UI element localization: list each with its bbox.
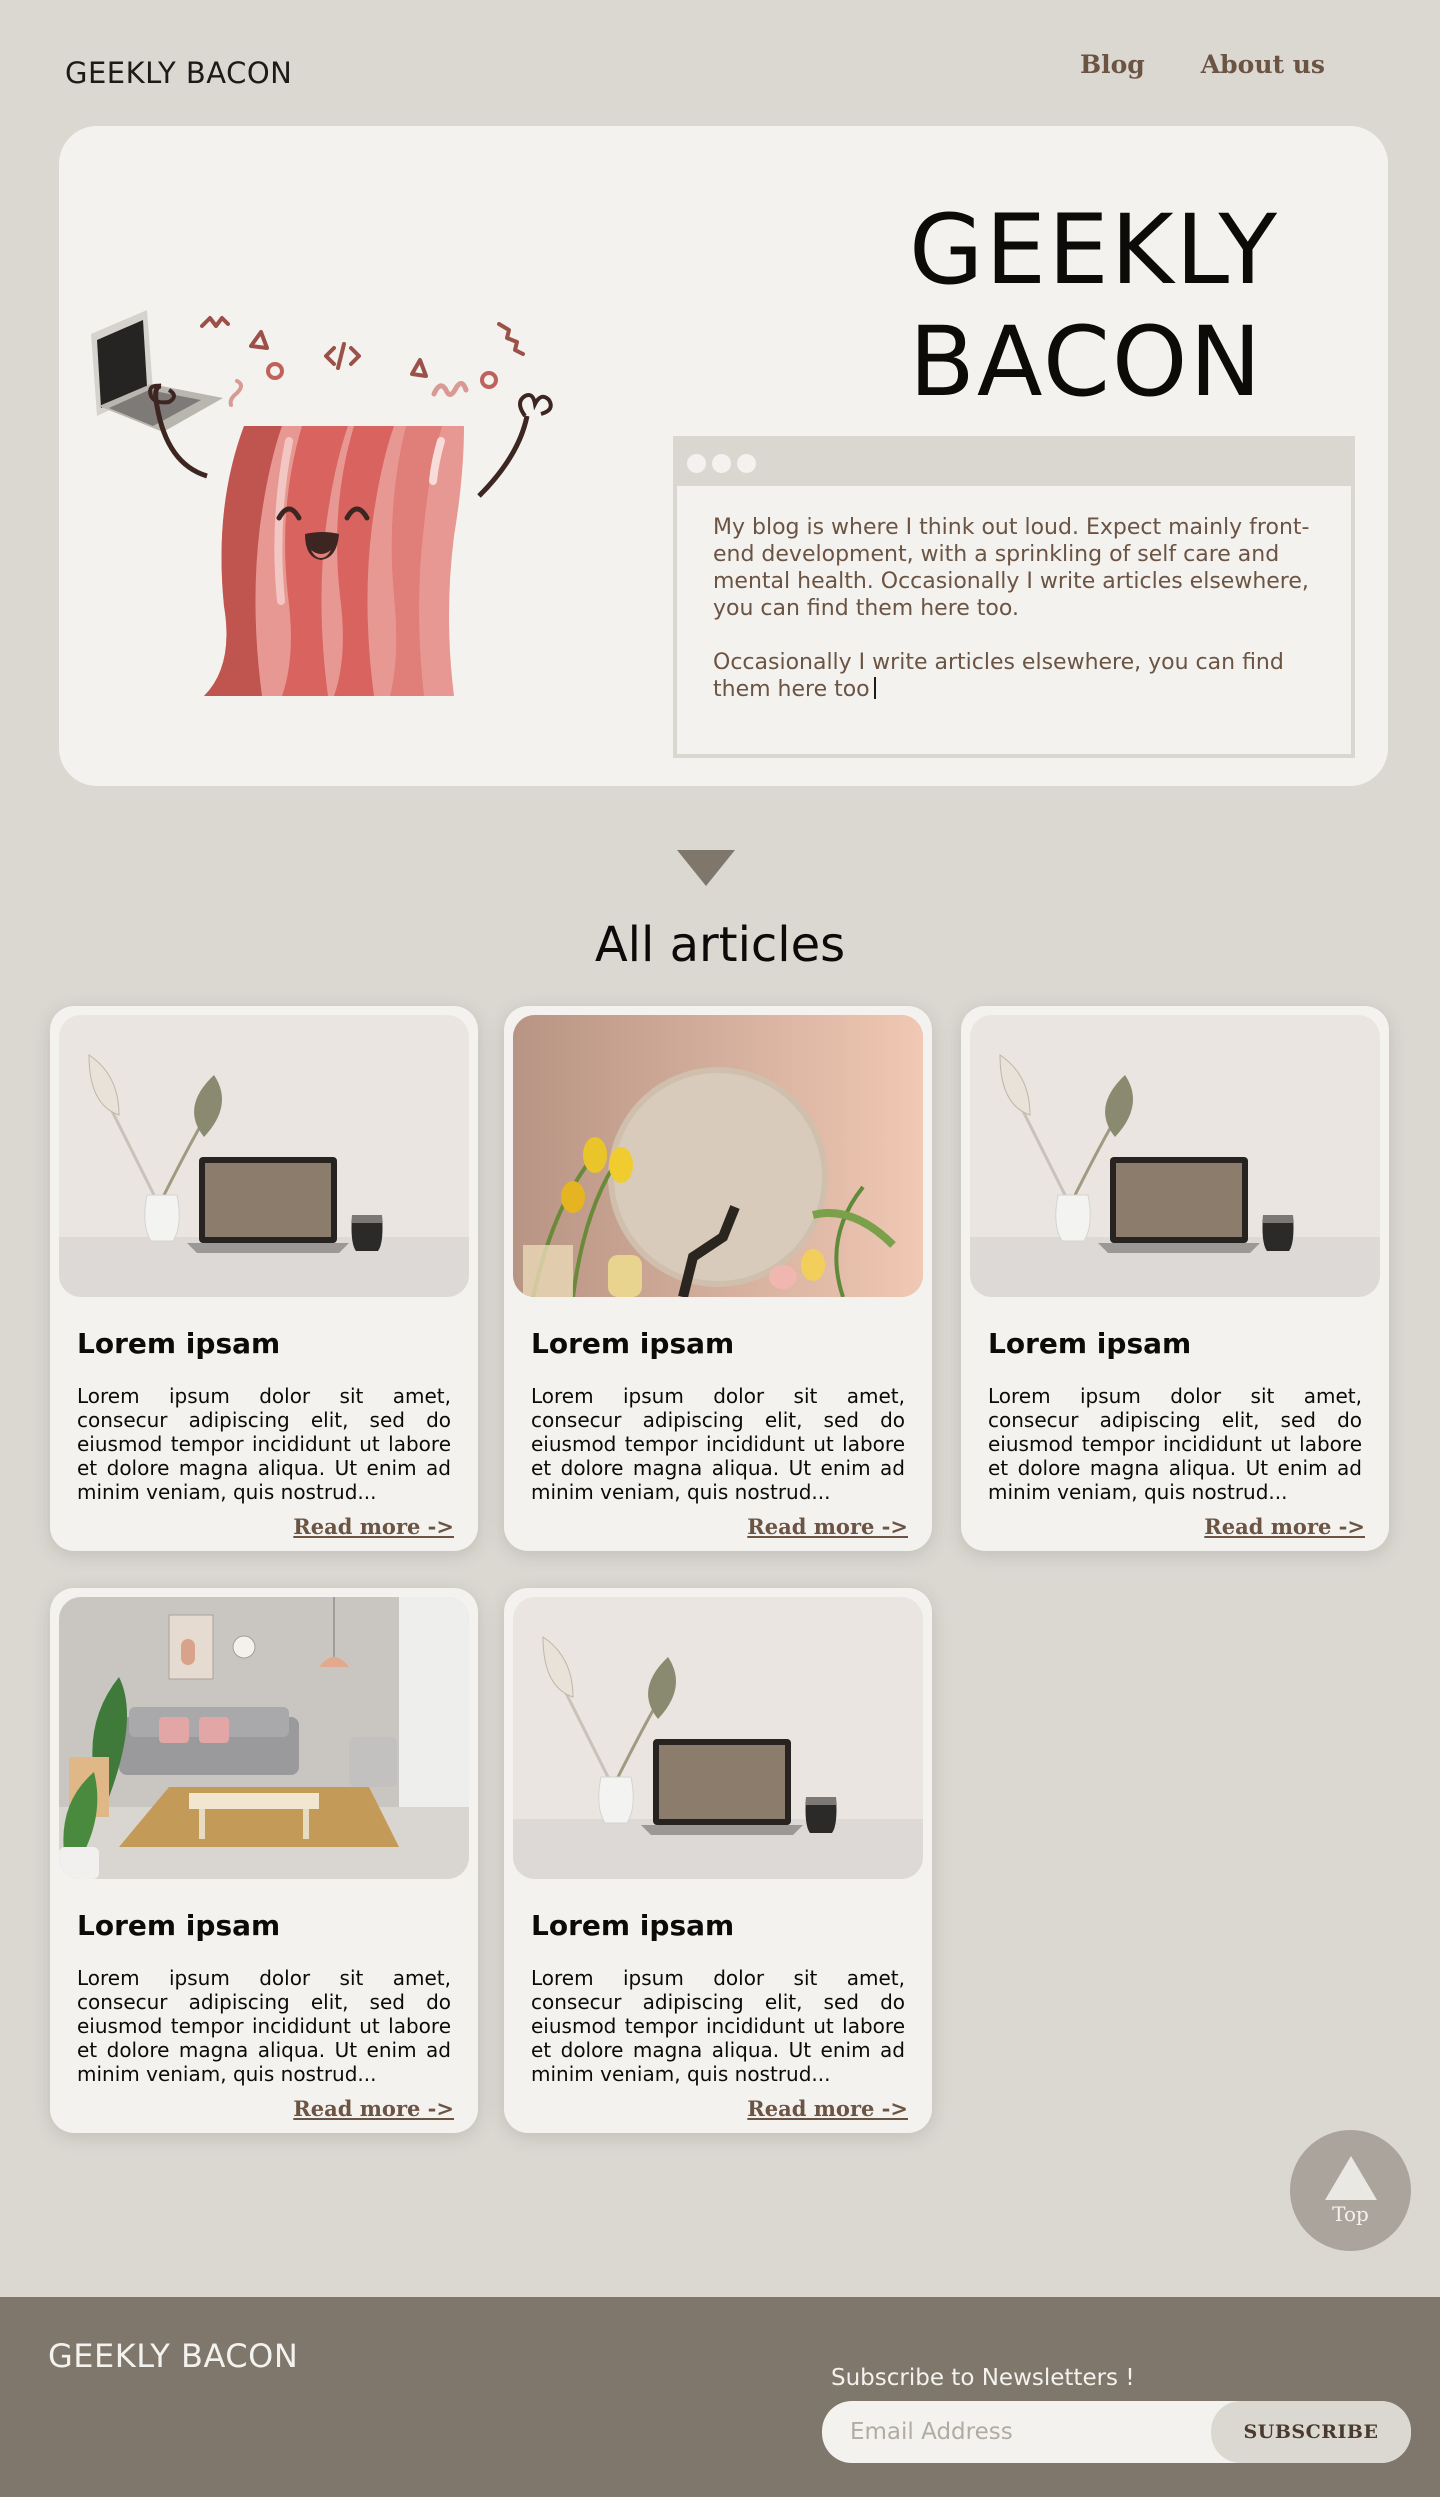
read-more-link[interactable]: Read more -> xyxy=(293,1514,454,1539)
article-image[interactable] xyxy=(513,1597,923,1879)
window-dot-icon xyxy=(712,453,731,473)
bacon-body xyxy=(204,426,464,696)
read-more-link[interactable]: Read more -> xyxy=(1204,1514,1365,1539)
intro-text: My blog is where I think out loud. Expec… xyxy=(677,486,1351,731)
article-title[interactable]: Lorem ipsam xyxy=(77,1327,469,1360)
nav-about-link[interactable]: About us xyxy=(1201,50,1325,79)
intro-paragraph-1: My blog is where I think out loud. Expec… xyxy=(713,515,1310,621)
main-nav: Blog About us xyxy=(1080,50,1325,79)
nav-blog-link[interactable]: Blog xyxy=(1080,50,1145,79)
intro-window: My blog is where I think out loud. Expec… xyxy=(673,436,1355,758)
newsletter-label: Subscribe to Newsletters ! xyxy=(831,2365,1135,2391)
intro-paragraph-2: Occasionally I write articles elsewhere,… xyxy=(713,650,1284,702)
text-cursor xyxy=(873,677,876,699)
window-title-bar xyxy=(677,440,1351,486)
article-image[interactable] xyxy=(59,1015,469,1297)
read-more-link[interactable]: Read more -> xyxy=(747,2096,908,2121)
article-card[interactable]: Lorem ipsam Lorem ipsum dolor sit amet, … xyxy=(961,1006,1389,1551)
article-excerpt: Lorem ipsum dolor sit amet, consecur adi… xyxy=(77,1966,451,2086)
article-card[interactable]: Lorem ipsam Lorem ipsum dolor sit amet, … xyxy=(504,1006,932,1551)
article-excerpt: Lorem ipsum dolor sit amet, consecur adi… xyxy=(77,1384,451,1504)
article-image[interactable] xyxy=(59,1597,469,1879)
section-title-all-articles: All articles xyxy=(594,917,846,973)
article-card[interactable]: Lorem ipsam Lorem ipsum dolor sit amet, … xyxy=(504,1588,932,2133)
subscribe-button[interactable]: SUBSCRIBE xyxy=(1211,2401,1411,2463)
scroll-down-arrow-icon[interactable] xyxy=(677,850,735,886)
article-title[interactable]: Lorem ipsam xyxy=(531,1909,923,1942)
article-excerpt: Lorem ipsum dolor sit amet, consecur adi… xyxy=(531,1966,905,2086)
top-bar: GEEKLY BACON Blog About us xyxy=(0,0,1440,126)
article-card[interactable]: Lorem ipsam Lorem ipsum dolor sit amet, … xyxy=(50,1006,478,1551)
hero-title: GEEKLY BACON xyxy=(909,194,1280,418)
window-dot-icon xyxy=(687,453,706,473)
hero-panel: GEEKLY BACON My blog is where I think ou… xyxy=(59,126,1388,786)
window-dot-icon xyxy=(737,453,756,473)
article-card[interactable]: Lorem ipsam Lorem ipsum dolor sit amet, … xyxy=(50,1588,478,2133)
read-more-link[interactable]: Read more -> xyxy=(293,2096,454,2121)
back-to-top-label: Top xyxy=(1332,2202,1369,2226)
newsletter-form: SUBSCRIBE xyxy=(822,2401,1411,2463)
back-to-top-button[interactable]: Top xyxy=(1290,2130,1411,2251)
article-excerpt: Lorem ipsum dolor sit amet, consecur adi… xyxy=(988,1384,1362,1504)
site-logo[interactable]: GEEKLY BACON xyxy=(65,56,292,90)
read-more-link[interactable]: Read more -> xyxy=(747,1514,908,1539)
article-excerpt: Lorem ipsum dolor sit amet, consecur adi… xyxy=(531,1384,905,1504)
triangle-up-icon xyxy=(1324,2156,1377,2200)
bacon-mascot-illustration xyxy=(91,310,553,696)
article-title[interactable]: Lorem ipsam xyxy=(531,1327,923,1360)
email-input[interactable] xyxy=(822,2401,1211,2463)
article-title[interactable]: Lorem ipsam xyxy=(77,1909,469,1942)
article-title[interactable]: Lorem ipsam xyxy=(988,1327,1380,1360)
footer-logo[interactable]: GEEKLY BACON xyxy=(48,2337,298,2375)
article-image[interactable] xyxy=(970,1015,1380,1297)
article-image[interactable] xyxy=(513,1015,923,1297)
site-footer: GEEKLY BACON Subscribe to Newsletters ! … xyxy=(0,2297,1440,2497)
